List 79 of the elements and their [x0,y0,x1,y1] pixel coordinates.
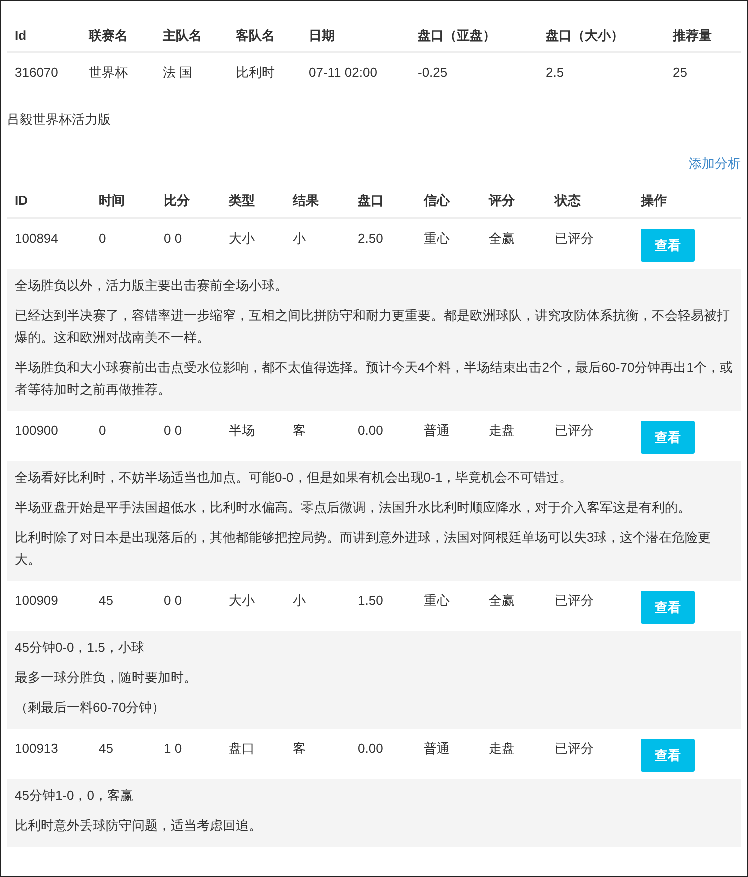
column-header: 结果 [293,192,320,210]
analysis-text: （剩最后一料60-70分钟） [15,699,166,717]
analysis-text: 最多一球分胜负，随时要加时。 [15,669,198,687]
view-button[interactable]: 查看 [641,591,695,624]
column-header: 时间 [99,192,126,210]
table-cell-text: 客 [293,740,307,758]
column-header: 盘口（大小） [546,27,625,46]
table-cell-text: 走盘 [489,422,516,440]
column-header: Id [15,27,28,46]
analysis-text: 已经达到半决赛了，容错率进一步缩窄，互相之间比拼防守和耐力更重要。都是欧洲球队，讲究攻防体系抗衡，不会轻易被打爆的。这和欧洲对战南美不一样。 [15,307,731,347]
table-cell-text: 1.50 [358,592,384,610]
column-header: ID [15,192,29,210]
page-title: 吕毅世界杯活力版 [7,112,111,127]
view-button[interactable]: 查看 [641,421,695,454]
column-header: 主队名 [163,27,203,46]
table-cell-text: 世界杯 [89,64,129,82]
table-cell-text: 大小 [229,592,256,610]
column-header: 盘口 [358,192,385,210]
column-header: 客队名 [236,27,276,46]
table-cell-text: 盘口 [229,740,256,758]
column-header: 评分 [489,192,516,210]
table-cell-text: 已评分 [555,592,595,610]
view-button[interactable]: 查看 [641,229,695,262]
table-cell-text: 2.50 [358,230,384,248]
table-cell-text: 客 [293,422,307,440]
table-cell-text: 45 [99,592,114,610]
column-header: 盘口（亚盘） [418,27,497,46]
analysis-text: 45分钟1-0，0，客赢 [15,787,134,805]
table-cell-text: 全赢 [489,230,516,248]
table-cell-text: 小 [293,230,307,248]
table-cell-text: 小 [293,592,307,610]
table-cell-text: 07-11 02:00 [309,64,378,82]
table-cell-text: 100909 [15,592,60,610]
table-cell-text: 0 0 [164,422,184,440]
column-header: 推荐量 [673,27,713,46]
table-cell-text: 100913 [15,740,60,758]
table-cell-text: 0 [99,422,108,440]
table-cell-text: 0.00 [358,422,384,440]
table-cell-text: 已评分 [555,422,595,440]
table-cell-text: -0.25 [418,64,449,82]
column-header: 状态 [555,192,582,210]
table-cell-text: 100894 [15,230,60,248]
analysis-text: 比利时除了对日本是出现落后的，其他都能够把控局势。而讲到意外进球，法国对阿根廷单场可以失3球，这个潜在危险更大。 [15,529,712,569]
table-cell-text: 2.5 [546,64,566,82]
table-cell-text: 0.00 [358,740,384,758]
table-cell-text: 0 0 [164,592,184,610]
column-header: 日期 [309,27,336,46]
table-cell-text: 走盘 [489,740,516,758]
table-cell-text: 比利时 [236,64,276,82]
table-cell-text: 普通 [424,422,451,440]
table-cell-text: 大小 [229,230,256,248]
table-cell-text: 重心 [424,230,451,248]
column-header: 操作 [641,192,668,210]
table-cell-text: 重心 [424,592,451,610]
add-analysis-link[interactable]: 添加分析 [689,154,741,173]
table-cell-text: 0 [99,230,108,248]
table-cell-text: 45 [99,740,114,758]
table-cell-text: 1 0 [164,740,184,758]
table-cell-text: 已评分 [555,740,595,758]
table-cell-text: 已评分 [555,230,595,248]
analysis-text: 比利时意外丢球防守问题，适当考虑回追。 [15,817,263,835]
column-header: 信心 [424,192,452,210]
analysis-text: 半场胜负和大小球赛前出击点受水位影响，都不太值得选择。预计今天4个料，半场结束出击2个，最后60-70分钟再出1个，或者等待加时之前再做推荐。 [15,359,733,399]
column-header: 比分 [164,192,191,210]
table-cell-text: 普通 [424,740,451,758]
table-cell-text: 316070 [15,64,60,82]
column-header: 类型 [229,192,256,210]
analysis-text: 45分钟0-0，1.5，小球 [15,639,146,657]
table-cell-text: 法 国 [163,64,194,82]
analysis-text: 全场看好比利时，不妨半场适当也加点。可能0-0，但是如果有机会出现0-1，毕竟机会不可错过。 [15,469,574,487]
table-cell-text: 100900 [15,422,60,440]
table-cell-text: 半场 [229,422,256,440]
table-cell-text: 25 [673,64,688,82]
table-cell-text: 全赢 [489,592,516,610]
table-cell-text: 0 0 [164,230,184,248]
view-button[interactable]: 查看 [641,739,695,772]
analysis-text: 半场亚盘开始是平手法国超低水，比利时水偏高。零点后微调，法国升水比利时顺应降水，对于介入客军这是有利的。 [15,499,692,517]
analysis-text: 全场胜负以外，活力版主要出击赛前全场小球。 [15,277,289,295]
column-header: 联赛名 [89,27,129,46]
